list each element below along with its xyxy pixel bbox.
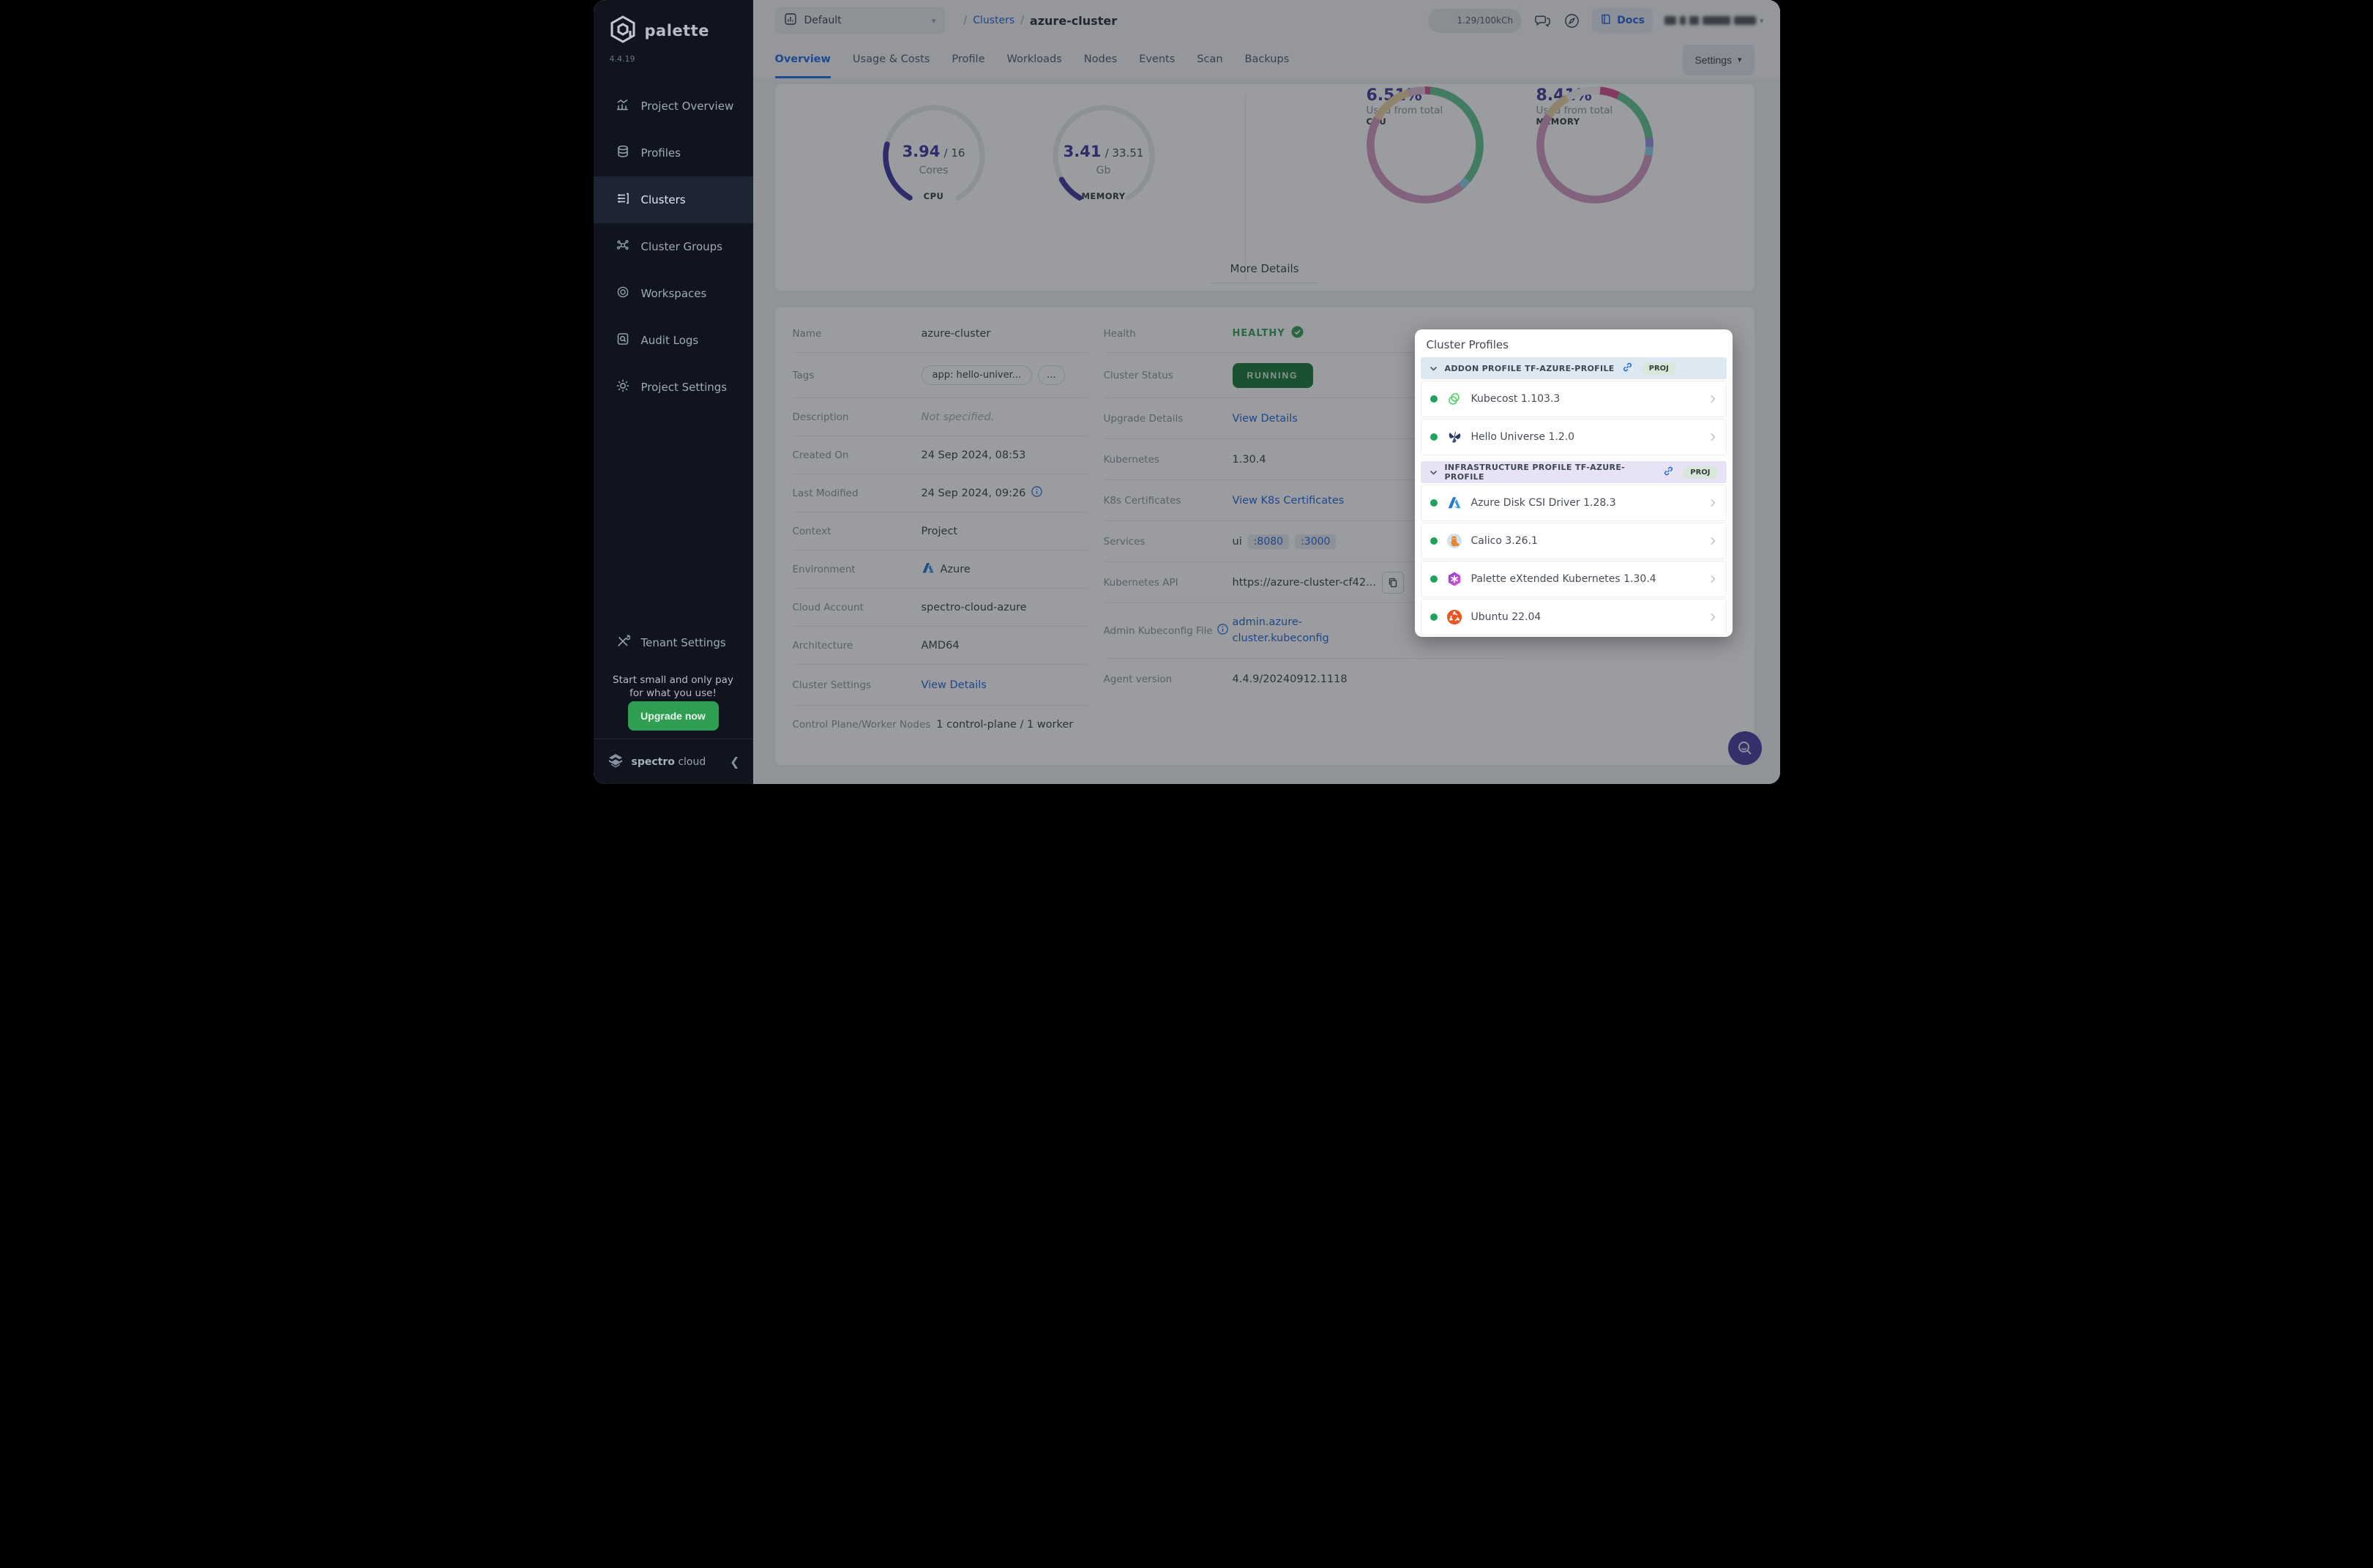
sidebar-item-cluster-groups[interactable]: Cluster Groups <box>594 223 753 270</box>
upgrade-promo-text: Start small and only pay for what you us… <box>613 674 733 700</box>
status-dot <box>1430 395 1438 403</box>
audit-logs-icon <box>616 332 630 349</box>
chevron-right-icon <box>1708 611 1717 624</box>
gear-icon <box>616 378 630 396</box>
ubuntu-logo-icon <box>1446 609 1462 625</box>
sidebar-item-audit-logs[interactable]: Audit Logs <box>594 317 753 364</box>
profile-layer-calico[interactable]: Calico 3.26.1 <box>1420 523 1727 559</box>
azure-disk-csi-logo-icon <box>1446 495 1462 511</box>
status-dot <box>1430 537 1438 545</box>
chevron-right-icon <box>1708 496 1717 510</box>
sidebar-item-workspaces[interactable]: Workspaces <box>594 270 753 317</box>
status-dot <box>1430 575 1438 583</box>
chevron-right-icon <box>1708 392 1717 406</box>
sidebar-item-profiles[interactable]: Profiles <box>594 130 753 176</box>
sidebar-item-tenant-settings[interactable]: Tenant Settings <box>594 619 753 666</box>
sidebar-collapse-chevron[interactable]: ❮ <box>730 755 739 769</box>
sidebar-item-label: Tenant Settings <box>640 636 726 649</box>
status-dot <box>1430 433 1438 441</box>
profile-layer-azure-csi[interactable]: Azure Disk CSI Driver 1.28.3 <box>1420 485 1727 521</box>
chevron-down-icon <box>1430 362 1438 376</box>
brand-name: palette <box>644 22 709 40</box>
palette-logo-icon <box>608 15 638 47</box>
sidebar-nav: Project Overview Profiles Clusters Clust… <box>593 83 753 411</box>
addon-profile-section-header[interactable]: ADDON PROFILE TF-AZURE-PROFILE PROJ <box>1420 357 1727 379</box>
profile-layer-ubuntu[interactable]: Ubuntu 22.04 <box>1420 599 1727 635</box>
popup-title: Cluster Profiles <box>1426 338 1509 351</box>
sidebar: palette 4.4.19 Project Overview Profiles… <box>593 0 753 784</box>
infrastructure-profile-section-header[interactable]: INFRASTRUCTURE PROFILE TF-AZURE-PROFILE … <box>1420 461 1727 483</box>
brand: palette <box>594 0 753 47</box>
status-dot <box>1430 499 1438 507</box>
project-overview-icon <box>616 97 630 115</box>
proj-scope-badge: PROJ <box>1641 362 1676 375</box>
palette-extended-kubernetes-logo-icon <box>1446 571 1462 587</box>
screenshot-stage: palette 4.4.19 Project Overview Profiles… <box>593 0 1780 784</box>
sidebar-tenant: Tenant Settings <box>594 619 753 666</box>
chevron-down-icon <box>1430 466 1438 479</box>
addon-profile-name: ADDON PROFILE TF-AZURE-PROFILE <box>1444 363 1615 373</box>
cluster-groups-icon <box>616 238 630 255</box>
sidebar-item-project-settings[interactable]: Project Settings <box>594 364 753 411</box>
sidebar-item-clusters[interactable]: Clusters <box>593 176 753 223</box>
sidebar-item-label: Clusters <box>640 193 686 206</box>
spectro-cloud-logo-icon <box>607 752 624 772</box>
footer-brand: spectro cloud <box>631 755 706 768</box>
chevron-right-icon <box>1708 572 1717 586</box>
workspaces-icon <box>616 285 630 302</box>
profile-layer-hello-universe[interactable]: Hello Universe 1.2.0 <box>1420 419 1727 455</box>
profile-layer-palette-extended-k8s[interactable]: Palette eXtended Kubernetes 1.30.4 <box>1420 561 1727 597</box>
chevron-right-icon <box>1708 534 1717 548</box>
sidebar-item-label: Cluster Groups <box>640 240 723 253</box>
sidebar-footer: spectro cloud ❮ <box>593 739 753 784</box>
clusters-icon <box>616 191 630 209</box>
app-version: 4.4.19 <box>609 54 635 64</box>
profiles-stack-icon <box>616 144 630 162</box>
sidebar-item-label: Audit Logs <box>640 334 699 347</box>
sidebar-item-label: Project Overview <box>640 100 734 113</box>
calico-logo-icon <box>1446 533 1462 549</box>
link-icon <box>1622 362 1633 376</box>
link-icon <box>1663 466 1674 479</box>
sidebar-item-label: Workspaces <box>640 287 707 300</box>
sidebar-item-label: Project Settings <box>640 381 728 394</box>
infrastructure-profile-name: INFRASTRUCTURE PROFILE TF-AZURE-PROFILE <box>1444 463 1626 482</box>
chevron-right-icon <box>1708 430 1717 444</box>
palette-app-window: palette 4.4.19 Project Overview Profiles… <box>593 0 1780 784</box>
sidebar-item-project-overview[interactable]: Project Overview <box>594 83 753 130</box>
status-dot <box>1430 613 1438 621</box>
upgrade-now-button[interactable]: Upgrade now <box>627 701 719 731</box>
proj-scope-badge: PROJ <box>1683 466 1718 479</box>
profile-layer-kubecost[interactable]: Kubecost 1.103.3 <box>1420 381 1727 417</box>
kubecost-logo-icon <box>1446 391 1462 407</box>
tools-icon <box>616 634 630 652</box>
cluster-profiles-popup: Cluster Profiles ADDON PROFILE TF-AZURE-… <box>1414 329 1733 637</box>
hello-universe-logo-icon <box>1446 429 1462 445</box>
sidebar-item-label: Profiles <box>640 146 681 160</box>
